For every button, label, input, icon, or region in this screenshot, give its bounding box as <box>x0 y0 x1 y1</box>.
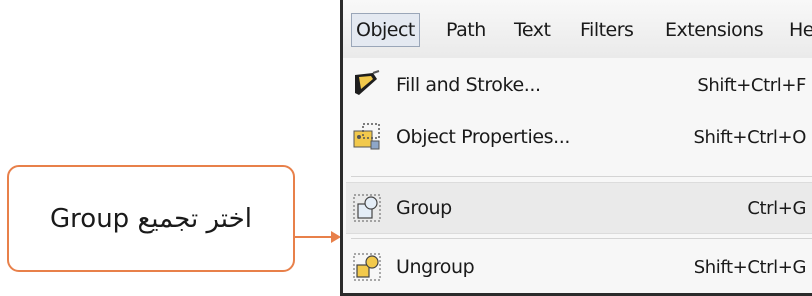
menu-item-label: Group <box>396 197 452 219</box>
menu-item-shortcut: Shift+Ctrl+F <box>697 74 806 96</box>
menu-path[interactable]: Path <box>446 14 486 46</box>
menu-item-label: Ungroup <box>396 256 475 278</box>
menu-item-ungroup[interactable]: Ungroup Shift+Ctrl+G <box>346 242 812 292</box>
menu-item-shortcut: Shift+Ctrl+G <box>693 256 807 278</box>
menu-item-object-properties[interactable]: Object Properties... Shift+Ctrl+O <box>346 112 812 162</box>
menu-help[interactable]: He <box>789 14 812 46</box>
callout-arrow-line <box>295 236 333 238</box>
fill-stroke-icon <box>355 70 380 95</box>
menu-item-label: Object Properties... <box>396 126 571 148</box>
menu-item-label: Fill and Stroke... <box>396 74 541 96</box>
callout-box: اختر تجميع Group <box>7 165 295 272</box>
menubar: Object Path Text Filters Extensions He <box>343 0 812 59</box>
menu-item-fill-and-stroke[interactable]: Fill and Stroke... Shift+Ctrl+F <box>346 60 812 110</box>
object-properties-icon <box>353 123 380 150</box>
menu-filters[interactable]: Filters <box>580 14 634 46</box>
app-window: Object Path Text Filters Extensions He F… <box>340 0 812 296</box>
callout-text: اختر تجميع Group <box>50 203 252 234</box>
menu-item-shortcut: Shift+Ctrl+O <box>693 126 807 148</box>
menu-separator <box>351 238 812 239</box>
menu-object[interactable]: Object <box>351 13 420 47</box>
object-menu-dropdown: Fill and Stroke... Shift+Ctrl+F Object P… <box>343 58 812 293</box>
menu-item-group[interactable]: Group Ctrl+G <box>346 182 812 234</box>
menu-extensions[interactable]: Extensions <box>665 14 764 46</box>
menu-item-shortcut: Ctrl+G <box>747 197 806 219</box>
group-icon <box>353 194 381 222</box>
menu-separator <box>351 176 812 177</box>
ungroup-icon <box>353 253 381 281</box>
menu-text[interactable]: Text <box>514 14 551 46</box>
